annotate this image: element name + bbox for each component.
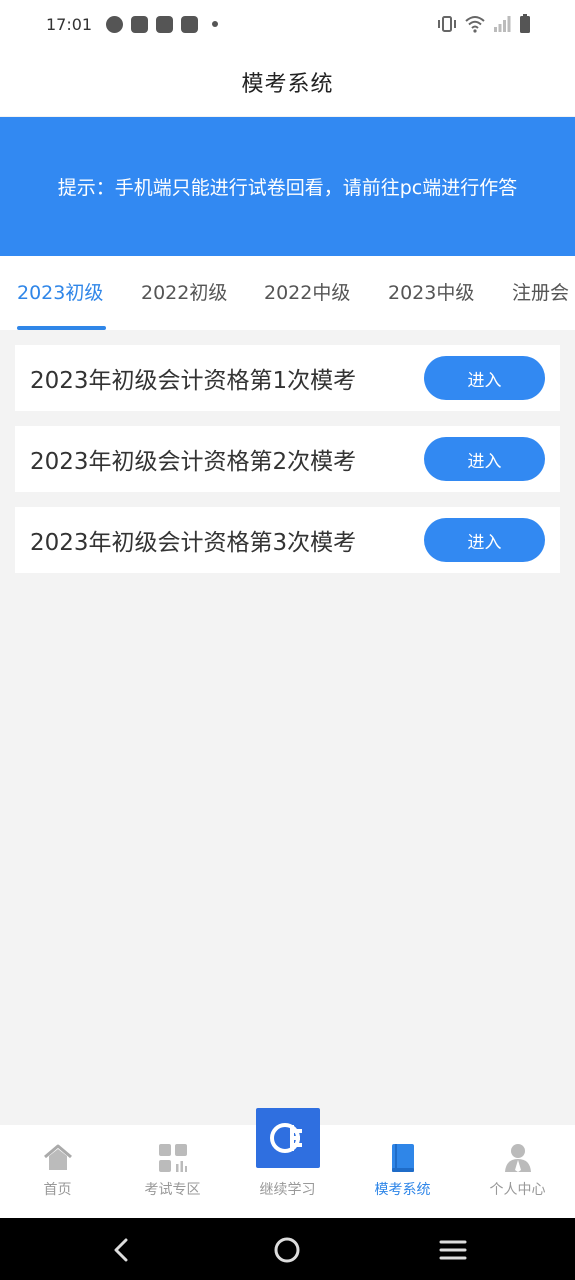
exam-title: 2023年初级会计资格第1次模考 (30, 368, 357, 394)
exam-card: 2023年初级会计资格第2次模考 进入 (15, 426, 560, 492)
nav-label: 模考系统 (374, 1182, 431, 1198)
app-logo-icon (255, 1108, 320, 1168)
ringer-icon (106, 15, 124, 33)
tab-cpa[interactable]: 注册会 (512, 256, 569, 330)
enter-button[interactable]: 进入 (424, 356, 545, 400)
tab-2022-intermediate[interactable]: 2022中级 (264, 256, 350, 330)
battery-icon (520, 14, 530, 33)
nav-label: 个人中心 (489, 1182, 546, 1198)
nav-item-home[interactable]: 首页 (0, 1125, 115, 1218)
nav-item-exam-zone[interactable]: 考试专区 (115, 1125, 230, 1218)
tab-2023-intermediate[interactable]: 2023中级 (388, 256, 474, 330)
page-title: 模考系统 (241, 72, 334, 97)
nav-label: 首页 (43, 1182, 72, 1198)
status-bar: 17:01 (0, 0, 575, 48)
nav-item-continue-study[interactable]: 继续学习 (230, 1108, 345, 1218)
bag-icon (131, 15, 149, 33)
nav-label: 考试专区 (144, 1182, 201, 1198)
status-time: 17:01 (46, 14, 93, 34)
book-icon (391, 1144, 414, 1172)
active-tab-indicator (17, 326, 106, 330)
home-circle-icon[interactable] (273, 1236, 301, 1264)
grid-icon (158, 1144, 187, 1172)
back-icon[interactable] (108, 1236, 136, 1264)
nav-item-mock-exam[interactable]: 模考系统 (345, 1125, 460, 1218)
level-tabs: 2023初级 2022初级 2022中级 2023中级 注册会 (0, 256, 575, 330)
bottom-nav: 首页 考试专区 继续学习 模考系统 个人中心 (0, 1108, 575, 1218)
menu-icon[interactable] (439, 1236, 467, 1264)
exam-card: 2023年初级会计资格第1次模考 进入 (15, 345, 560, 411)
tab-2023-junior[interactable]: 2023初级 (17, 256, 103, 330)
signal-icon (494, 16, 511, 32)
tab-2022-junior[interactable]: 2022初级 (141, 256, 227, 330)
home-icon (43, 1144, 72, 1170)
enter-button[interactable]: 进入 (424, 437, 545, 481)
notice-banner: 提示：手机端只能进行试卷回看，请前往pc端进行作答 (0, 117, 575, 256)
nav-item-profile[interactable]: 个人中心 (460, 1125, 575, 1218)
exam-title: 2023年初级会计资格第2次模考 (30, 449, 357, 475)
user-icon (504, 1144, 531, 1172)
nav-label: 继续学习 (259, 1182, 316, 1198)
app-header: 模考系统 (0, 48, 575, 116)
wifi-icon (465, 16, 485, 33)
system-status-icons (437, 14, 531, 34)
dot-icon (212, 21, 219, 27)
vibrate-icon (438, 16, 456, 32)
system-nav-bar (0, 1218, 575, 1280)
notice-text: 提示：手机端只能进行试卷回看，请前往pc端进行作答 (57, 177, 518, 199)
exam-card: 2023年初级会计资格第3次模考 进入 (15, 507, 560, 573)
bag-icon (181, 15, 199, 33)
bag-icon (156, 15, 174, 33)
exam-title: 2023年初级会计资格第3次模考 (30, 530, 357, 556)
notification-icons (106, 15, 219, 33)
enter-button[interactable]: 进入 (424, 518, 545, 562)
